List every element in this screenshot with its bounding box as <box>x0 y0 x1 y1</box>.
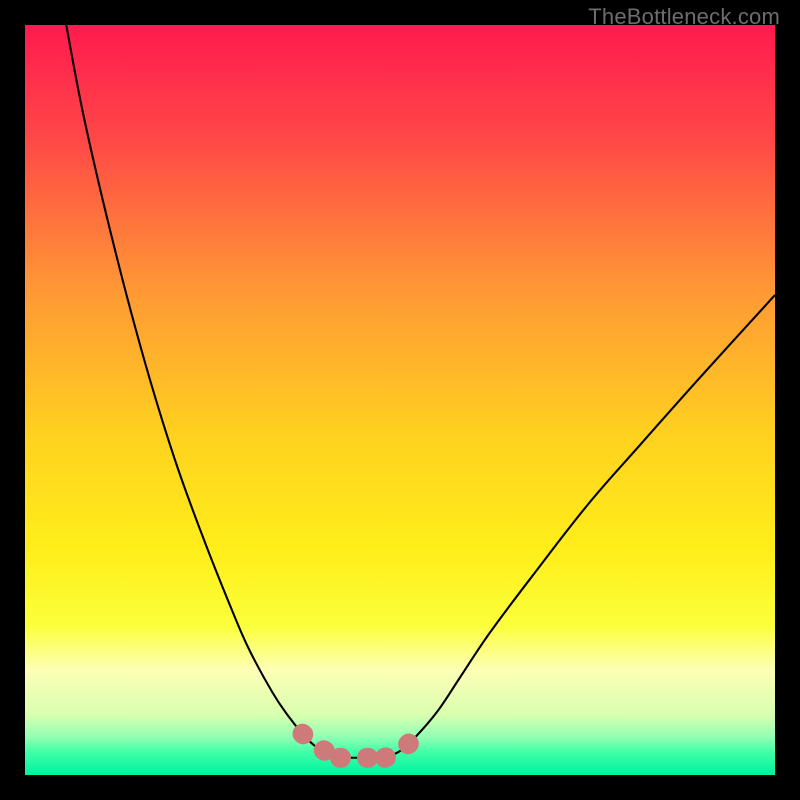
plot-area <box>25 25 775 775</box>
series-range-thick-right <box>385 741 411 758</box>
curves-layer <box>25 25 775 775</box>
series-left-curve <box>66 25 340 758</box>
series-right-curve <box>385 295 775 758</box>
chart-frame: TheBottleneck.com <box>0 0 800 800</box>
